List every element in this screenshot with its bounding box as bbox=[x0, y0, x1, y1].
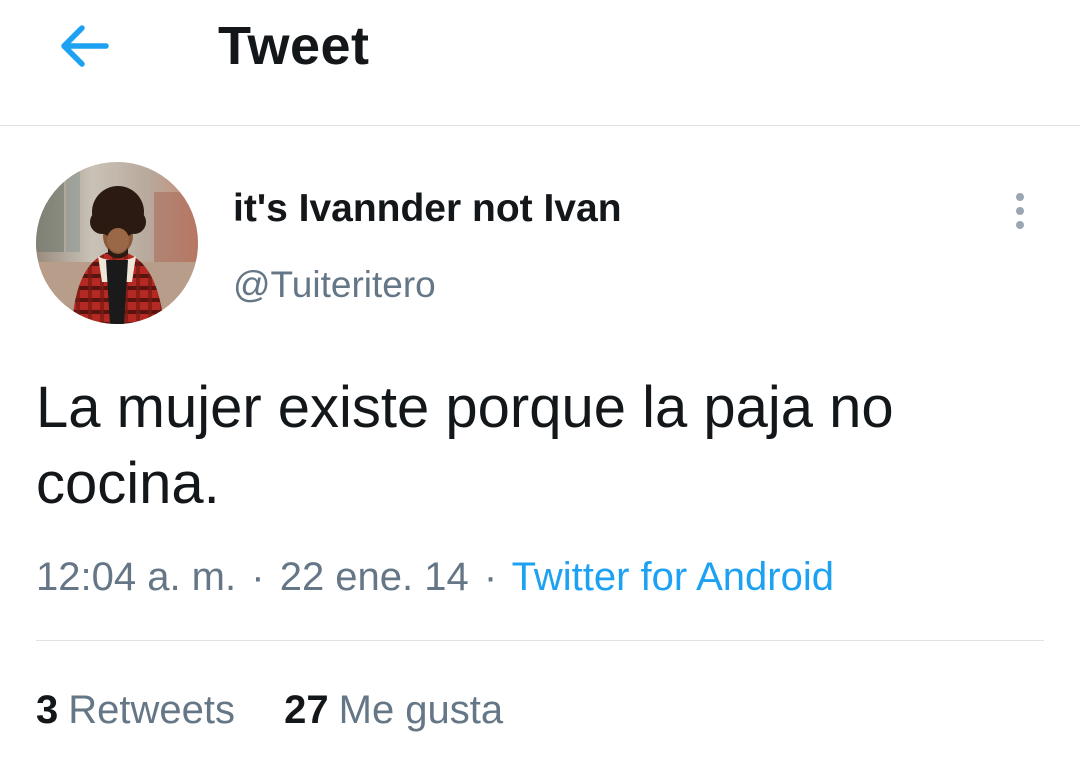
tweet-meta: 12:04 a. m. · 22 ene. 14 · Twitter for A… bbox=[36, 551, 1046, 603]
tweet-source-link[interactable]: Twitter for Android bbox=[512, 555, 834, 599]
more-options-button[interactable] bbox=[1000, 186, 1040, 236]
tweet-time: 12:04 a. m. bbox=[36, 555, 237, 599]
tweet-text: La mujer existe porque la paja no cocina… bbox=[36, 375, 894, 516]
tweet-stats: 3 Retweets 27 Me gusta bbox=[36, 684, 503, 740]
vertical-ellipsis-icon bbox=[1016, 221, 1024, 229]
tweet-date: 22 ene. 14 bbox=[279, 555, 469, 599]
vertical-ellipsis-icon bbox=[1016, 193, 1024, 201]
retweets-stat[interactable]: 3 Retweets bbox=[36, 684, 235, 736]
profile-photo bbox=[36, 162, 198, 324]
back-button[interactable] bbox=[52, 18, 116, 74]
likes-label: Me gusta bbox=[338, 688, 504, 732]
top-app-bar: Tweet bbox=[0, 0, 1080, 126]
author-handle[interactable]: @Tuiteritero bbox=[233, 263, 436, 307]
author-display-name[interactable]: it's Ivannder not Ivan bbox=[233, 186, 622, 232]
likes-count: 27 bbox=[284, 688, 329, 732]
retweets-count: 3 bbox=[36, 688, 59, 732]
page-title: Tweet bbox=[218, 16, 370, 76]
arrow-left-icon bbox=[61, 25, 109, 67]
meta-separator: · bbox=[483, 555, 498, 599]
retweets-label: Retweets bbox=[68, 688, 235, 732]
vertical-ellipsis-icon bbox=[1016, 207, 1024, 215]
meta-separator: · bbox=[251, 555, 265, 599]
divider bbox=[36, 640, 1044, 641]
avatar[interactable] bbox=[36, 162, 198, 324]
tweet-detail-screen: Tweet it's Ivannder not Ivan @Tuiteriter… bbox=[0, 0, 1080, 770]
likes-stat[interactable]: 27 Me gusta bbox=[284, 684, 503, 736]
